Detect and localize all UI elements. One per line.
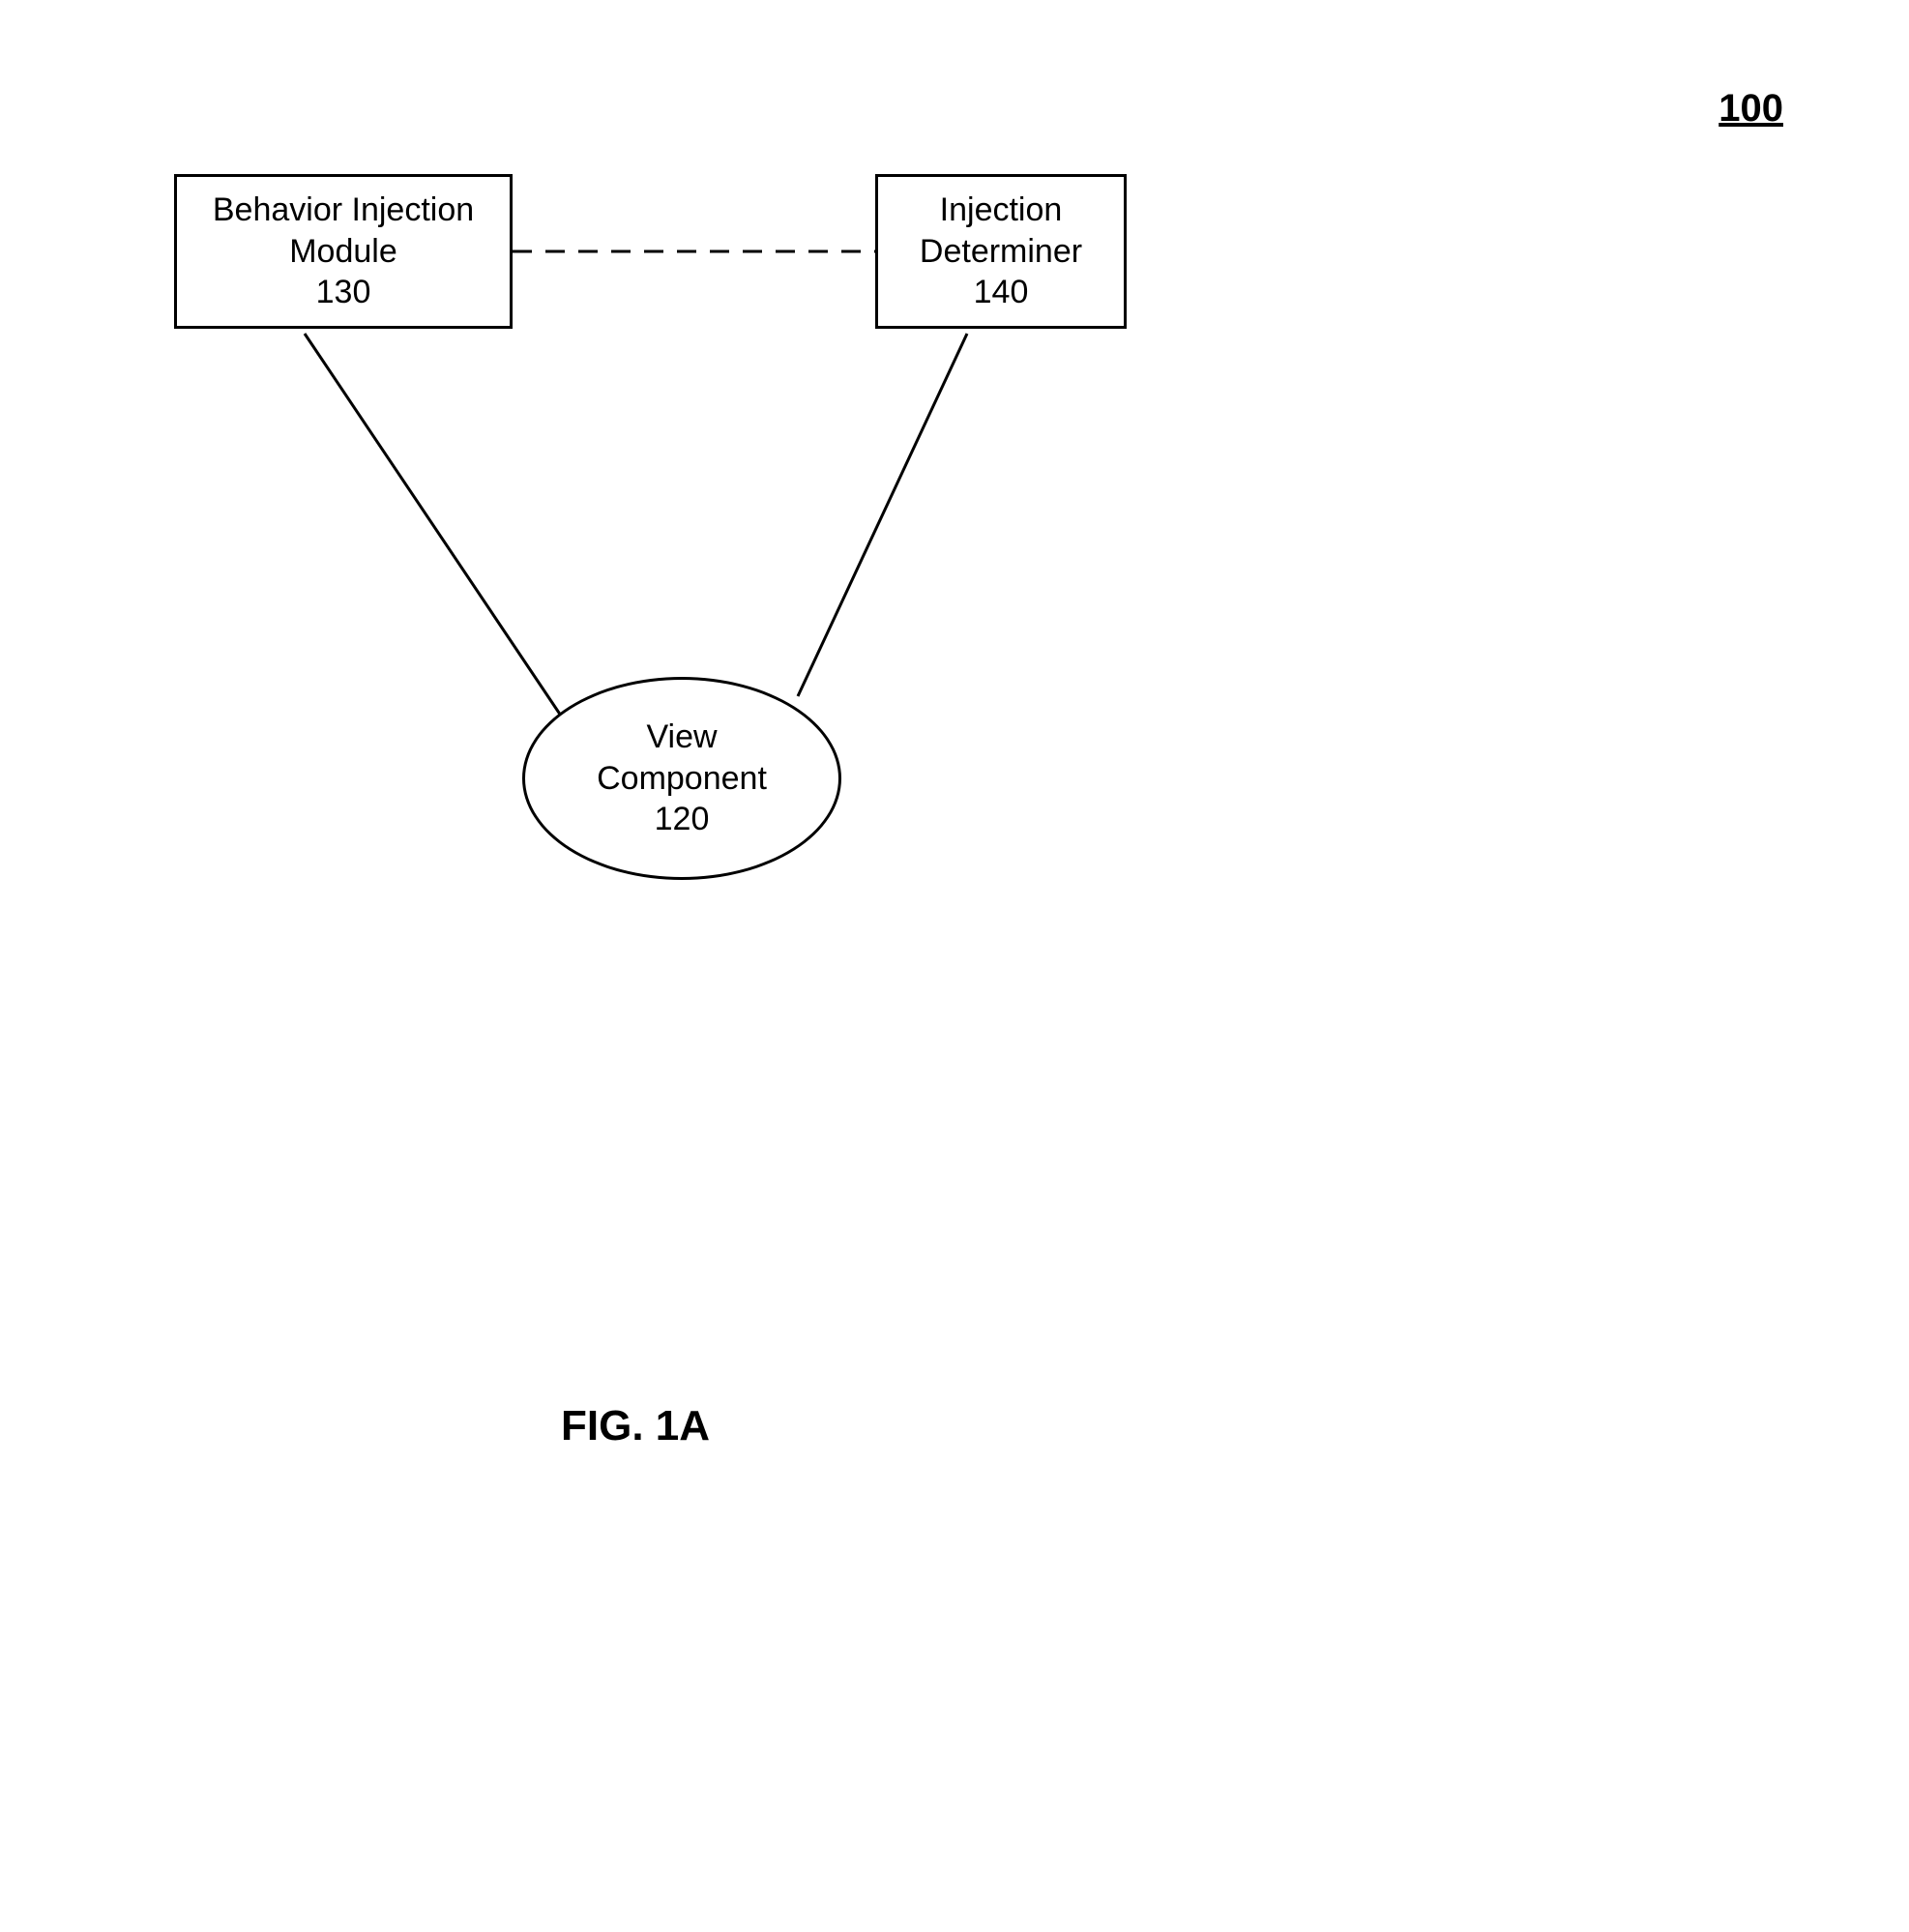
box-injection-determiner-line2: Determiner bbox=[920, 231, 1082, 273]
figure-caption-text: FIG. 1A bbox=[561, 1402, 710, 1449]
diagram-canvas: 100 Behavior Injection Module 130 Inject… bbox=[0, 0, 1909, 1932]
ellipse-view-component: View Component 120 bbox=[522, 677, 841, 880]
box-injection-determiner-line3: 140 bbox=[974, 272, 1029, 313]
box-behavior-injection-line3: 130 bbox=[316, 272, 371, 313]
box-behavior-injection-line2: Module bbox=[289, 231, 397, 273]
page-number: 100 bbox=[1718, 87, 1783, 131]
ellipse-view-component-line2: Component bbox=[597, 758, 767, 800]
box-behavior-injection-module: Behavior Injection Module 130 bbox=[174, 174, 513, 329]
ellipse-view-component-line3: 120 bbox=[655, 799, 710, 840]
page-number-text: 100 bbox=[1718, 87, 1783, 130]
ellipse-view-component-line1: View bbox=[646, 717, 717, 758]
box-injection-determiner: Injection Determiner 140 bbox=[875, 174, 1127, 329]
box-injection-determiner-line1: Injection bbox=[940, 190, 1063, 231]
box-behavior-injection-line1: Behavior Injection bbox=[213, 190, 474, 231]
figure-caption: FIG. 1A bbox=[561, 1402, 710, 1450]
